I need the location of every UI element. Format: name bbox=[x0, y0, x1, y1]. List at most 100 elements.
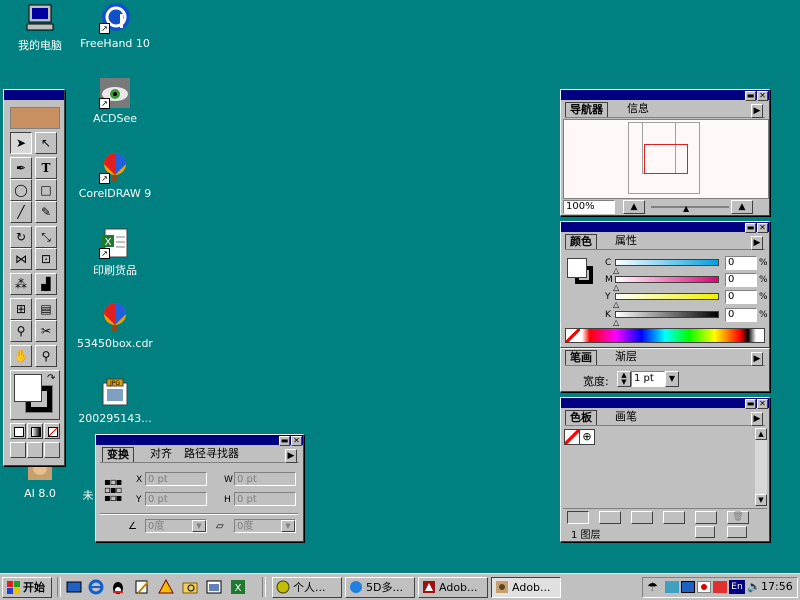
channel-c-field[interactable]: 0 bbox=[725, 256, 757, 270]
tab-attributes[interactable]: 属性 bbox=[611, 234, 641, 248]
explorer-icon[interactable] bbox=[182, 579, 198, 595]
monitor-icon[interactable] bbox=[681, 581, 695, 593]
minimize-button[interactable]: ▬ bbox=[279, 436, 290, 446]
ellipse-tool[interactable]: ◯ bbox=[10, 179, 32, 201]
channel-c-slider[interactable] bbox=[615, 259, 719, 266]
picture-viewer-icon[interactable] bbox=[206, 579, 222, 595]
tab-swatches[interactable]: 色板 bbox=[565, 410, 597, 425]
close-button[interactable]: ✕ bbox=[757, 91, 768, 101]
swatch-none[interactable] bbox=[564, 429, 580, 445]
minimize-button[interactable]: ▬ bbox=[745, 399, 756, 409]
desktop-icon-jpg-file[interactable]: JPG 200295143... bbox=[75, 377, 155, 425]
internet-explorer-icon[interactable] bbox=[88, 579, 104, 595]
channel-y-field[interactable]: 0 bbox=[725, 290, 757, 304]
panel-menu-arrow-icon[interactable]: ▶ bbox=[751, 104, 763, 118]
show-color-swatches-button[interactable] bbox=[599, 511, 621, 524]
tab-align[interactable]: 对齐 bbox=[146, 447, 176, 461]
none-color-icon[interactable] bbox=[566, 329, 580, 342]
start-button[interactable]: 开始 bbox=[2, 577, 52, 598]
show-all-swatches-button[interactable] bbox=[567, 511, 589, 524]
channel-y-thumb[interactable]: △ bbox=[613, 300, 619, 309]
zoom-field[interactable]: 100% bbox=[563, 200, 615, 214]
qq-icon[interactable] bbox=[110, 579, 126, 595]
show-desktop-icon[interactable] bbox=[66, 579, 82, 595]
panel-menu-arrow-icon[interactable]: ▶ bbox=[285, 449, 297, 463]
desktop-icon-excel-file[interactable]: X ↗ 印刷货品 bbox=[75, 227, 155, 278]
screen-mode-full[interactable] bbox=[44, 442, 60, 458]
color-titlebar[interactable]: ▬ ✕ bbox=[561, 222, 769, 233]
fill-swatch[interactable] bbox=[14, 374, 42, 402]
channel-m-thumb[interactable]: △ bbox=[613, 283, 619, 292]
navigator-titlebar[interactable]: ▬ ✕ bbox=[561, 90, 769, 101]
warning-app-icon[interactable] bbox=[158, 578, 174, 595]
gradient-tool[interactable]: ▤ bbox=[35, 298, 57, 320]
close-button[interactable]: ✕ bbox=[757, 223, 768, 233]
task-button-adobe-1[interactable]: Adob... bbox=[418, 577, 488, 598]
pen-tool[interactable]: ✒ bbox=[10, 157, 32, 179]
selection-tool[interactable]: ➤ bbox=[10, 132, 32, 154]
transform-titlebar[interactable]: ▬ ✕ bbox=[96, 435, 303, 446]
task-button-personal[interactable]: 个人... bbox=[272, 577, 342, 598]
speaker-icon[interactable]: 🔈 bbox=[747, 580, 761, 593]
channel-m-field[interactable]: 0 bbox=[725, 273, 757, 287]
swap-arrow-icon[interactable]: ↷ bbox=[47, 373, 55, 384]
delete-layer-button[interactable] bbox=[727, 526, 747, 538]
show-pattern-swatches-button[interactable] bbox=[663, 511, 685, 524]
zoom-slider-track[interactable] bbox=[651, 206, 729, 208]
rotate-tool[interactable]: ↻ bbox=[10, 226, 32, 248]
paintbrush-tool[interactable]: ╱ bbox=[10, 201, 32, 223]
none-mode-button[interactable] bbox=[44, 423, 60, 439]
y-field[interactable]: 0 pt bbox=[145, 492, 207, 506]
channel-k-field[interactable]: 0 bbox=[725, 308, 757, 322]
scroll-down-button[interactable]: ▼ bbox=[755, 494, 767, 506]
ime-indicator[interactable]: En bbox=[729, 580, 745, 594]
network-icon[interactable] bbox=[665, 581, 679, 593]
zoom-slider-thumb[interactable]: ▲ bbox=[683, 204, 689, 213]
hand-tool[interactable]: ✋ bbox=[10, 345, 32, 367]
channel-c-thumb[interactable]: △ bbox=[613, 266, 619, 275]
scale-tool[interactable]: ⤡ bbox=[35, 226, 57, 248]
show-gradient-swatches-button[interactable] bbox=[631, 511, 653, 524]
channel-k-thumb[interactable]: △ bbox=[613, 318, 619, 327]
shear-dropdown[interactable]: ▼ bbox=[281, 520, 295, 532]
stroke-width-dropdown[interactable]: ▼ bbox=[665, 371, 679, 387]
tab-pathfinder[interactable]: 路径寻找器 bbox=[180, 447, 243, 461]
free-transform-tool[interactable]: ⊡ bbox=[35, 248, 57, 270]
h-field[interactable]: 0 pt bbox=[234, 492, 296, 506]
stroke-width-field[interactable]: 1 pt bbox=[631, 371, 665, 387]
tab-navigator[interactable]: 导航器 bbox=[565, 102, 608, 117]
minimize-button[interactable]: ▬ bbox=[745, 91, 756, 101]
swatches-scrollbar[interactable]: ▲ ▼ bbox=[755, 428, 767, 506]
task-button-5d[interactable]: 5D多... bbox=[345, 577, 415, 598]
screen-mode-standard[interactable] bbox=[10, 442, 26, 458]
mesh-tool[interactable]: ⊞ bbox=[10, 298, 32, 320]
tab-color[interactable]: 颜色 bbox=[565, 234, 597, 249]
printer-icon[interactable] bbox=[713, 581, 727, 593]
excel-icon[interactable]: X bbox=[230, 579, 246, 595]
tab-info[interactable]: 信息 bbox=[623, 102, 653, 116]
channel-m-slider[interactable] bbox=[615, 276, 719, 283]
view-rectangle[interactable] bbox=[644, 144, 688, 174]
graph-tool[interactable]: ▟ bbox=[35, 273, 57, 295]
eyedropper-tool[interactable]: ⚲ bbox=[10, 320, 32, 342]
type-tool[interactable]: T bbox=[35, 157, 57, 179]
new-swatch-button[interactable] bbox=[695, 511, 717, 524]
scissors-tool[interactable]: ✂ bbox=[35, 320, 57, 342]
channel-k-slider[interactable] bbox=[615, 311, 719, 318]
screen-mode-menu[interactable] bbox=[27, 442, 43, 458]
warp-tool[interactable]: ⋈ bbox=[10, 248, 32, 270]
minimize-button[interactable]: ▬ bbox=[745, 223, 756, 233]
rotate-dropdown[interactable]: ▼ bbox=[192, 520, 206, 532]
desktop-icon-coreldraw[interactable]: ↗ CorelDRAW 9 bbox=[75, 152, 155, 200]
panel-menu-arrow-icon[interactable]: ▶ bbox=[751, 412, 763, 426]
desktop-icon-my-computer[interactable]: 我的电脑 bbox=[0, 2, 80, 53]
toolbox-titlebar[interactable] bbox=[4, 90, 64, 100]
clock[interactable]: 17:56 bbox=[761, 580, 793, 593]
x-field[interactable]: 0 pt bbox=[145, 472, 207, 486]
fill-swatch[interactable] bbox=[567, 258, 587, 278]
channel-y-slider[interactable] bbox=[615, 293, 719, 300]
japan-flag-icon[interactable] bbox=[697, 581, 711, 593]
new-layer-button[interactable] bbox=[695, 526, 715, 538]
tab-stroke[interactable]: 笔画 bbox=[565, 350, 597, 365]
close-button[interactable]: ✕ bbox=[757, 399, 768, 409]
